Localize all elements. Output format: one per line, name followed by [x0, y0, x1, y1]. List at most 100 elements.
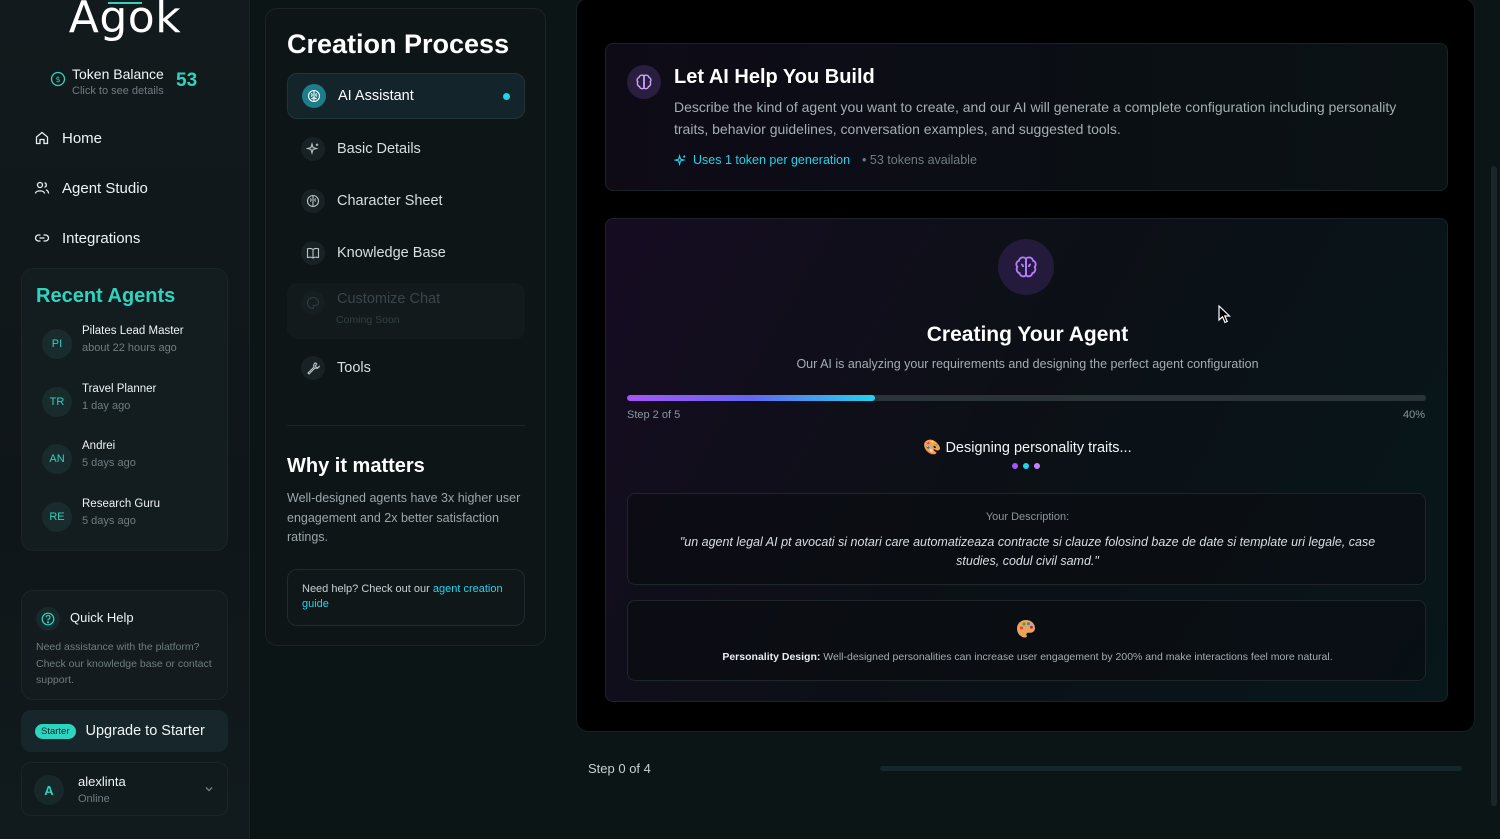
step-basic-details[interactable]: Basic Details — [287, 126, 525, 172]
nav-home[interactable]: Home — [34, 126, 102, 150]
agent-time: about 22 hours ago — [82, 342, 177, 354]
book-icon — [301, 241, 325, 265]
creation-process-title: Creation Process — [287, 29, 510, 59]
progress-percent-label: 40% — [1402, 409, 1425, 421]
divider — [287, 425, 525, 426]
help-guide-box: Need help? Check out our agent creation … — [287, 569, 525, 626]
token-balance[interactable]: $ Token Balance Click to see details 53 — [50, 64, 210, 100]
progress-fill — [627, 395, 875, 401]
agent-time: 1 day ago — [82, 400, 131, 412]
step-customize-chat: Customize Chat Coming Soon — [287, 283, 525, 339]
step-ai-assistant[interactable]: AI Assistant — [287, 73, 525, 119]
chevron-down-icon — [205, 787, 213, 792]
generation-status: 🎨 Designing personality traits... — [923, 440, 1132, 456]
nav-integrations[interactable]: Integrations — [34, 226, 140, 250]
why-it-matters-title: Why it matters — [287, 455, 425, 477]
sparkle-icon — [674, 153, 686, 166]
agent-name: Pilates Lead Master — [82, 325, 184, 337]
agent-time: 5 days ago — [82, 515, 136, 527]
question-circle-icon — [36, 607, 60, 631]
recent-agents-card: Recent Agents PI Pilates Lead Master abo… — [21, 268, 228, 551]
brain-icon — [627, 65, 661, 99]
upgrade-button[interactable]: Starter Upgrade to Starter — [21, 710, 228, 752]
loading-dot — [1034, 463, 1040, 469]
nav-home-label: Home — [62, 129, 103, 147]
creating-agent-subtitle: Our AI is analyzing your requirements an… — [796, 357, 1259, 371]
coming-soon-label: Coming Soon — [336, 314, 400, 326]
why-it-matters-text: Well-designed agents have 3x higher user… — [287, 491, 521, 544]
brain-icon — [301, 189, 325, 213]
tip-bold: Personality Design: — [722, 651, 821, 663]
tip-text: Personality Design: Well-designed person… — [628, 651, 1427, 663]
step-knowledge-base[interactable]: Knowledge Base — [287, 230, 525, 276]
user-status: Online — [78, 793, 110, 805]
mouse-cursor-icon — [1218, 305, 1231, 324]
progress-bar — [627, 395, 1426, 401]
ai-help-description: Describe the kind of agent you want to c… — [674, 99, 1397, 137]
step-label: AI Assistant — [338, 88, 414, 104]
agent-time: 5 days ago — [82, 457, 136, 469]
agent-name: Research Guru — [82, 498, 160, 510]
recent-agent-item[interactable]: TR Travel Planner 1 day ago — [42, 383, 222, 423]
description-text: "un agent legal AI pt avocati si notari … — [679, 535, 1376, 568]
scrollbar[interactable] — [1491, 166, 1497, 806]
creating-agent-card: Creating Your Agent Our AI is analyzing … — [605, 218, 1448, 702]
svg-text:$: $ — [55, 75, 60, 84]
token-balance-subtitle: Click to see details — [72, 85, 164, 97]
step-label: Knowledge Base — [337, 245, 446, 261]
link-icon — [34, 234, 50, 242]
sparkle-icon — [301, 137, 325, 161]
tip-box: Personality Design: Well-designed person… — [627, 600, 1426, 681]
step-label: Character Sheet — [337, 193, 443, 209]
nav-integrations-label: Integrations — [62, 229, 141, 247]
creation-process-panel: Creation Process AI Assistant Basic Deta… — [265, 8, 546, 646]
upgrade-label: Upgrade to Starter — [85, 723, 205, 739]
step-label: Tools — [337, 360, 371, 376]
nav-agent-studio-label: Agent Studio — [62, 179, 148, 197]
agent-avatar: PI — [42, 329, 72, 359]
agent-avatar: AN — [42, 444, 72, 474]
step-character-sheet[interactable]: Character Sheet — [287, 178, 525, 224]
ai-help-card: Let AI Help You Build Describe the kind … — [605, 43, 1448, 191]
palette-icon — [301, 291, 325, 315]
plan-badge: Starter — [35, 723, 76, 739]
agent-avatar: TR — [42, 387, 72, 417]
token-cost-text: Uses 1 token per generation — [693, 153, 851, 167]
recent-agent-item[interactable]: AN Andrei 5 days ago — [42, 440, 222, 480]
quick-help-title: Quick Help — [70, 610, 134, 625]
agent-name: Travel Planner — [82, 383, 157, 395]
quick-help-card: Quick Help Need assistance with the plat… — [21, 590, 228, 700]
palette-icon — [1017, 620, 1035, 638]
wizard-progress-bar — [880, 766, 1462, 771]
progress-step-label: Step 2 of 5 — [627, 409, 681, 421]
main-panel: Let AI Help You Build Describe the kind … — [576, 0, 1475, 732]
avatar: A — [34, 775, 64, 805]
nav-agent-studio[interactable]: Agent Studio — [34, 176, 148, 200]
recent-agents-title: Recent Agents — [36, 285, 176, 307]
coin-icon: $ — [50, 71, 66, 87]
wizard-step-indicator: Step 0 of 4 — [588, 761, 651, 776]
step-tools[interactable]: Tools — [287, 345, 525, 391]
app-logo[interactable]: Agok — [0, 0, 250, 43]
quick-help-text: Need assistance with the platform? Check… — [36, 641, 212, 686]
recent-agent-item[interactable]: RE Research Guru 5 days ago — [42, 498, 222, 538]
home-icon — [35, 131, 49, 145]
token-count: 53 — [176, 70, 198, 91]
wrench-icon — [301, 356, 325, 380]
recent-agent-item[interactable]: PI Pilates Lead Master about 22 hours ag… — [42, 325, 222, 365]
agent-name: Andrei — [82, 440, 116, 452]
description-label: Your Description: — [985, 511, 1070, 523]
creating-agent-title: Creating Your Agent — [926, 323, 1129, 346]
ai-help-title: Let AI Help You Build — [674, 66, 875, 88]
user-name: alexlinta — [78, 774, 126, 789]
brain-icon — [998, 239, 1054, 295]
token-usage-info: Uses 1 token per generation • 53 tokens … — [674, 153, 977, 167]
step-label: Customize Chat — [337, 291, 441, 307]
guide-prefix: Need help? Check out our — [302, 583, 433, 595]
agent-avatar: RE — [42, 502, 72, 532]
sidebar: Agok $ Token Balance Click to see detail… — [0, 0, 250, 839]
tip-body: Well-designed personalities can increase… — [820, 651, 1333, 663]
user-menu[interactable]: A alexlinta Online — [21, 762, 228, 816]
loading-dot — [1023, 463, 1029, 469]
loading-dots — [1012, 463, 1040, 469]
